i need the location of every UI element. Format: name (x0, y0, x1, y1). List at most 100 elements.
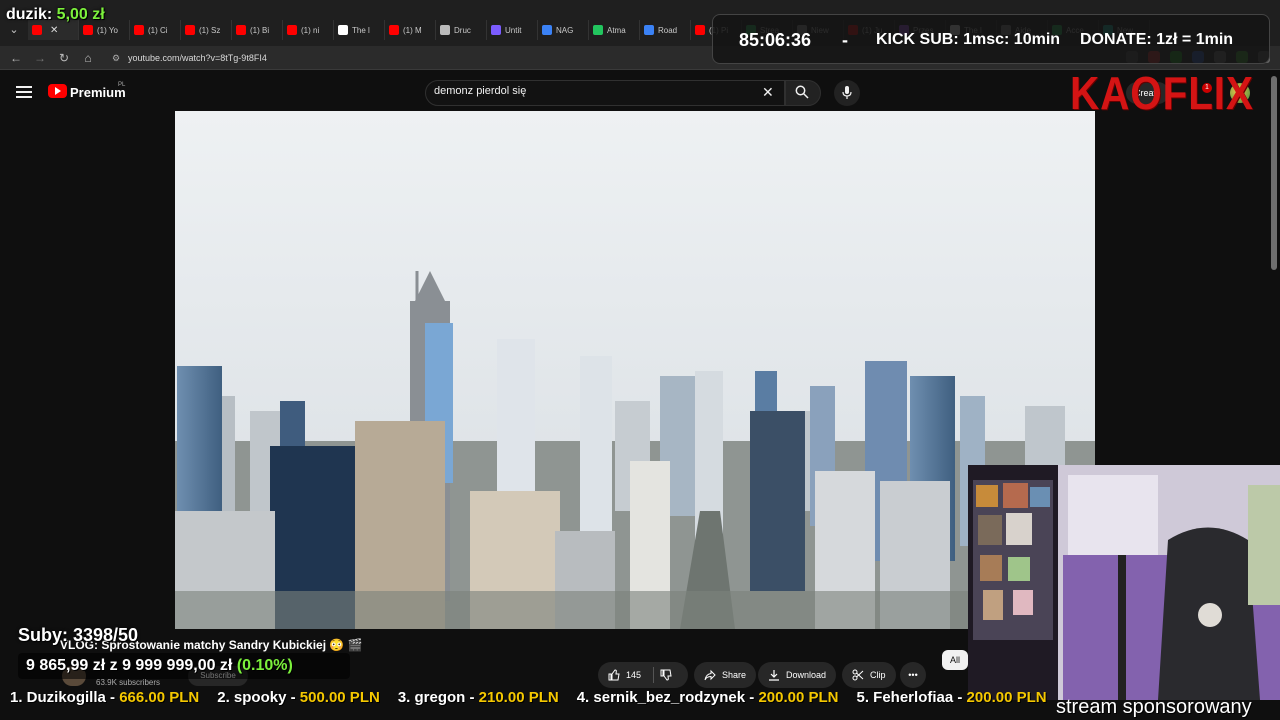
goal-percent: (0.10%) (236, 657, 293, 674)
browser-tab[interactable]: (1) Sz (181, 20, 232, 40)
reload-icon[interactable]: ↻ (56, 50, 72, 66)
forward-arrow-icon[interactable]: → (32, 50, 48, 66)
share-button[interactable]: Share (694, 662, 757, 688)
tab-favicon-icon (593, 25, 603, 35)
tab-favicon-icon (287, 25, 297, 35)
sponsored-label: stream sponsorowany (1056, 696, 1252, 718)
search-icon (795, 85, 809, 99)
top-donor-name: duzik: (6, 6, 53, 23)
ticker-entry: 2. spooky - 500.00 PLN (217, 689, 380, 706)
tab-label: Druc (454, 25, 471, 35)
clip-button[interactable]: Clip (842, 662, 896, 688)
scissors-icon (852, 669, 864, 681)
donation-goal: 9 865,99 zł z 9 999 999,00 zł (0.10%) (26, 657, 293, 675)
hamburger-menu-icon[interactable] (16, 86, 32, 98)
tab-favicon-icon (389, 25, 399, 35)
tab-favicon-icon (440, 25, 450, 35)
ticker-amount: 666.00 PLN (119, 689, 200, 706)
ticker-entry: 4. sernik_bez_rodzynek - 200.00 PLN (577, 689, 839, 706)
tab-favicon-icon (542, 25, 552, 35)
more-dots-icon: ••• (908, 670, 918, 680)
subs-counter-overlay: Suby: 3398/50 (18, 625, 139, 645)
ticker-amount: 210.00 PLN (478, 689, 559, 706)
tab-label: Road (658, 25, 678, 35)
ticker-donor: 3. gregon - (397, 689, 475, 706)
browser-tab[interactable]: NAG (538, 20, 589, 40)
browser-tab[interactable]: Druc (436, 20, 487, 40)
microphone-icon (842, 86, 852, 99)
browser-tab[interactable]: (1) Bi (232, 20, 283, 40)
tab-label: (1) ni (301, 25, 320, 35)
browser-tab[interactable]: (1) M (385, 20, 436, 40)
tab-favicon-icon (83, 25, 93, 35)
browser-tab[interactable]: Atma (589, 20, 640, 40)
like-dislike-group: 145 (598, 662, 688, 688)
browser-tab[interactable]: Road (640, 20, 691, 40)
tab-label: (1) Sz (199, 25, 221, 35)
tab-favicon-icon (236, 25, 246, 35)
kick-sub-rate: KICK SUB: 1msc: 10min (876, 31, 1061, 48)
page-scrollbar[interactable] (1271, 76, 1277, 270)
top-donor-amount: 5,00 zł (56, 6, 105, 23)
browser-tab[interactable]: (1) ni (283, 20, 334, 40)
url-text: youtube.com/watch?v=8tTg-9t8FI4 (128, 53, 267, 63)
tab-favicon-icon (185, 25, 195, 35)
kaoflix-logo: KAOFLIX (1070, 67, 1254, 119)
tab-favicon-icon (695, 25, 705, 35)
ticker-amount: 200.00 PLN (966, 689, 1047, 706)
clip-label: Clip (870, 670, 886, 680)
ticker-entry: 5. Feherlofiaa - 200.00 PLN (857, 689, 1047, 706)
streamer-webcam (968, 465, 1280, 700)
tab-close-icon[interactable]: ✕ (50, 25, 58, 36)
webcam-feed (968, 465, 1280, 700)
goal-amount: 9 865,99 zł z 9 999 999,00 zł (26, 657, 233, 674)
subscriber-count: 63.9K subscribers (96, 678, 161, 687)
search-input[interactable] (434, 85, 754, 97)
top-donor-overlay: duzik: 5,00 zł (6, 6, 105, 24)
tab-label: (1) Yo (97, 25, 118, 35)
donate-rate: DONATE: 1zł = 1min (1080, 31, 1234, 48)
back-arrow-icon[interactable]: ← (8, 50, 24, 66)
like-button[interactable]: 145 (608, 669, 641, 681)
ticker-entry: 1. Duzikogilla - 666.00 PLN (10, 689, 199, 706)
ticker-entry: 3. gregon - 210.00 PLN (398, 689, 559, 706)
ticker-donor: 5. Feherlofiaa - (856, 689, 963, 706)
download-button[interactable]: Download (758, 662, 837, 688)
ticker-donor: 2. spooky - (217, 689, 296, 706)
timer-separator: - (842, 30, 848, 50)
youtube-logo-icon[interactable] (48, 84, 67, 98)
tab-label: Atma (607, 25, 626, 35)
browser-tab[interactable]: Untit (487, 20, 538, 40)
thumbs-down-icon[interactable] (660, 669, 672, 681)
tab-favicon-icon (338, 25, 348, 35)
video-player[interactable] (175, 111, 1095, 629)
region-code: PL (118, 82, 126, 88)
tab-label: Untit (505, 25, 522, 35)
donation-ticker: 1. Duzikogilla - 666.00 PLN 2. spooky - 5… (0, 689, 1060, 709)
tab-label: The l (352, 25, 370, 35)
browser-tab[interactable]: The l (334, 20, 385, 40)
like-count: 145 (626, 670, 642, 680)
ticker-amount: 200.00 PLN (758, 689, 839, 706)
tab-favicon-icon (134, 25, 144, 35)
clear-search-icon[interactable]: ✕ (762, 84, 774, 101)
tab-search-icon[interactable]: ⌄ (6, 22, 22, 38)
tab-favicon-icon (644, 25, 654, 35)
tab-label: (1) Ci (148, 25, 168, 35)
more-actions-button[interactable]: ••• (900, 662, 926, 688)
ticker-amount: 500.00 PLN (299, 689, 380, 706)
home-icon[interactable]: ⌂ (80, 50, 96, 66)
browser-tab[interactable]: (1) Ci (130, 20, 181, 40)
ticker-donor: 4. sernik_bez_rodzynek - (576, 689, 755, 706)
download-label: Download (786, 670, 827, 680)
tab-favicon-icon (32, 25, 42, 35)
thumbs-up-icon (608, 669, 620, 681)
share-icon (704, 669, 716, 681)
video-frame-cityscape (175, 111, 1095, 629)
tab-label: (1) Bi (250, 25, 270, 35)
site-info-icon[interactable]: ⚙ (112, 49, 120, 67)
ticker-donor: 1. Duzikogilla - (10, 689, 116, 706)
share-label: Share (722, 670, 747, 680)
chip-all[interactable]: All (942, 650, 969, 670)
stream-timer: 85:06:36 (739, 30, 812, 50)
